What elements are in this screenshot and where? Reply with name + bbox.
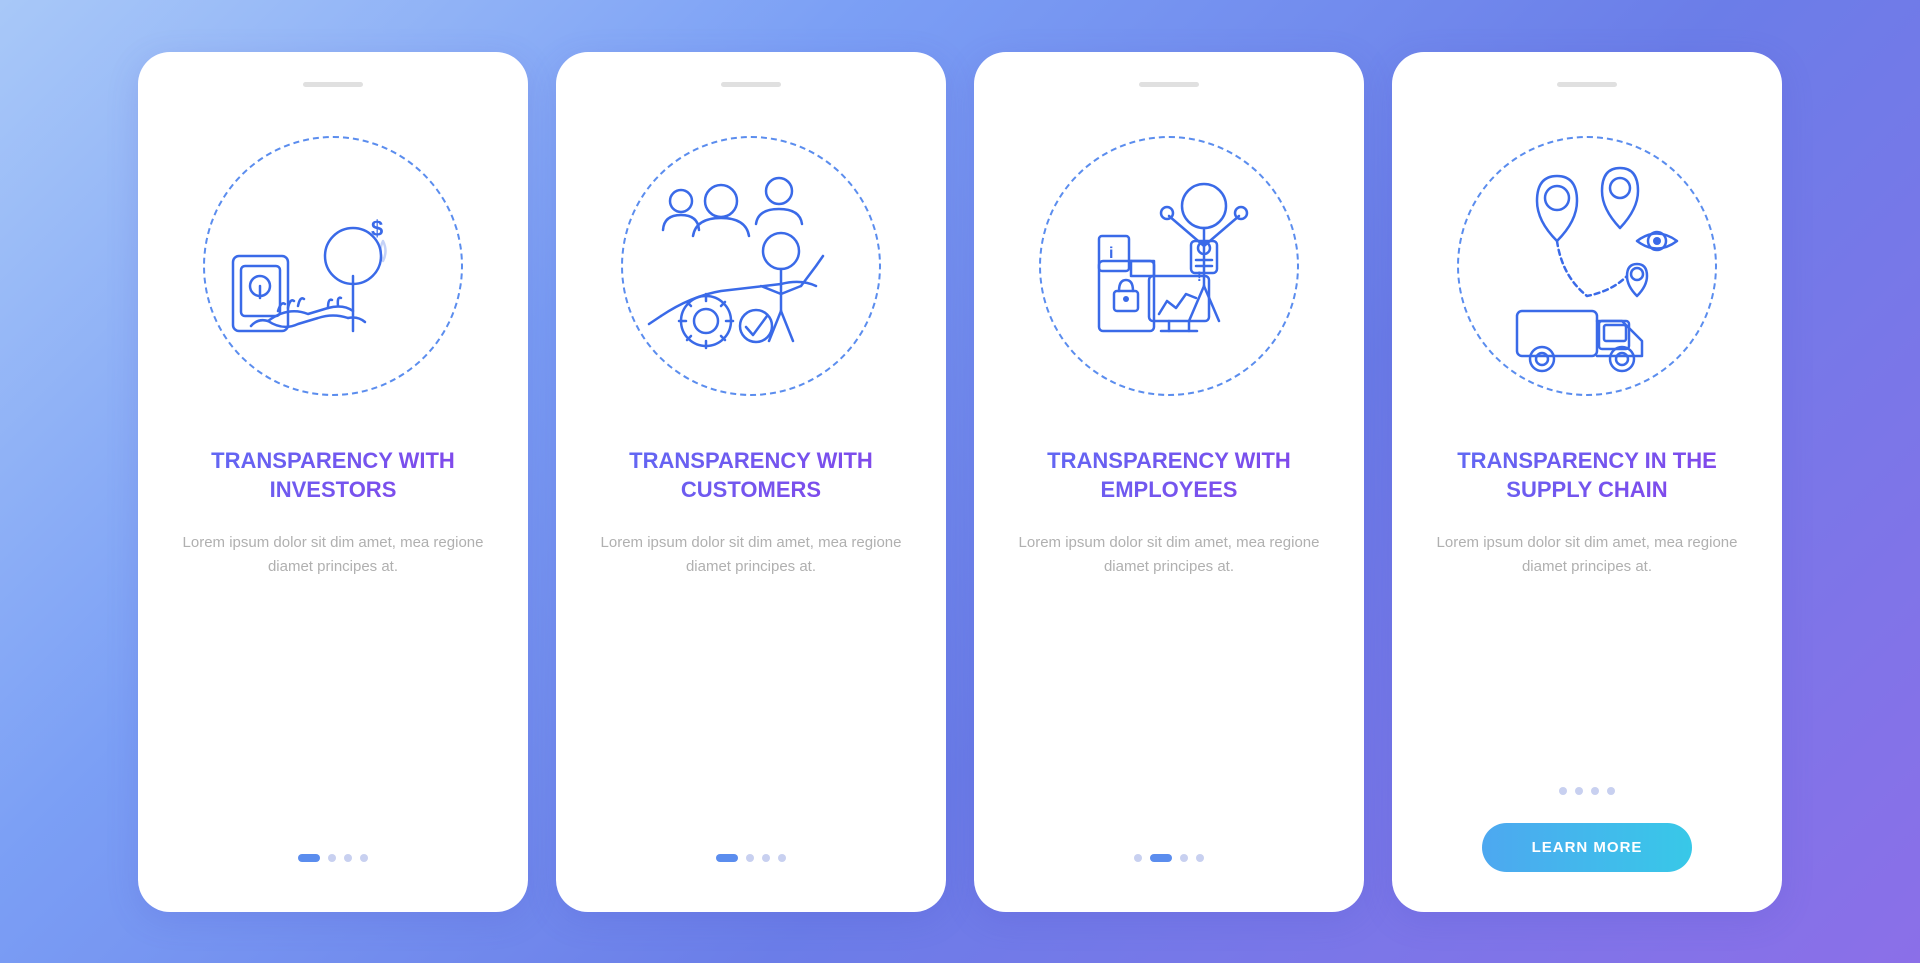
dots-row-employees: [1134, 854, 1204, 862]
supply-svg: [1467, 146, 1707, 386]
top-indicator: [1139, 82, 1199, 87]
dot: [762, 854, 770, 862]
dot: [360, 854, 368, 862]
dot-active: [716, 854, 738, 862]
illustration-supply: [1432, 111, 1742, 421]
dot: [1607, 787, 1615, 795]
dot: [1559, 787, 1567, 795]
learn-more-button[interactable]: LEARN MORE: [1482, 823, 1693, 872]
card-body-supply: Lorem ipsum dolor sit dim amet, mea regi…: [1422, 531, 1752, 767]
illustration-employees: ! i: [1014, 111, 1324, 421]
dot: [778, 854, 786, 862]
card-body-investors: Lorem ipsum dolor sit dim amet, mea regi…: [168, 531, 498, 834]
dot: [1591, 787, 1599, 795]
employees-svg: ! i: [1049, 146, 1289, 386]
top-indicator: [721, 82, 781, 87]
dot-active: [1150, 854, 1172, 862]
dots-row-investors: [298, 854, 368, 862]
card-body-customers: Lorem ipsum dolor sit dim amet, mea regi…: [586, 531, 916, 834]
card-employees: ! i TRANSPARENCY WITH EMPLOYEES Lorem ip…: [974, 52, 1364, 912]
card-customers: TRANSPARENCY WITH CUSTOMERS Lorem ipsum …: [556, 52, 946, 912]
dot-active: [298, 854, 320, 862]
dot: [1134, 854, 1142, 862]
card-title-employees: TRANSPARENCY WITH EMPLOYEES: [1004, 441, 1334, 511]
top-indicator: [303, 82, 363, 87]
dot: [1196, 854, 1204, 862]
dot: [1180, 854, 1188, 862]
card-body-employees: Lorem ipsum dolor sit dim amet, mea regi…: [1004, 531, 1334, 834]
card-supply: TRANSPARENCY IN THE SUPPLY CHAIN Lorem i…: [1392, 52, 1782, 912]
dots-row-supply: [1559, 787, 1615, 795]
dot: [328, 854, 336, 862]
svg-text:i: i: [1109, 245, 1113, 262]
card-title-customers: TRANSPARENCY WITH CUSTOMERS: [586, 441, 916, 511]
illustration-investors: $: [178, 111, 488, 421]
customers-svg: [631, 146, 871, 386]
dots-row-customers: [716, 854, 786, 862]
card-title-investors: TRANSPARENCY WITH INVESTORS: [168, 441, 498, 511]
svg-text:!: !: [1197, 268, 1202, 284]
card-investors: $ TRANSPARENCY WITH INVESTORS Lorem ipsu…: [138, 52, 528, 912]
illustration-customers: [596, 111, 906, 421]
card-title-supply: TRANSPARENCY IN THE SUPPLY CHAIN: [1422, 441, 1752, 511]
investors-svg: $: [213, 146, 453, 386]
dot: [746, 854, 754, 862]
top-indicator: [1557, 82, 1617, 87]
dot: [1575, 787, 1583, 795]
svg-text:$: $: [371, 216, 383, 241]
dot: [344, 854, 352, 862]
cards-container: $ TRANSPARENCY WITH INVESTORS Lorem ipsu…: [98, 12, 1822, 952]
